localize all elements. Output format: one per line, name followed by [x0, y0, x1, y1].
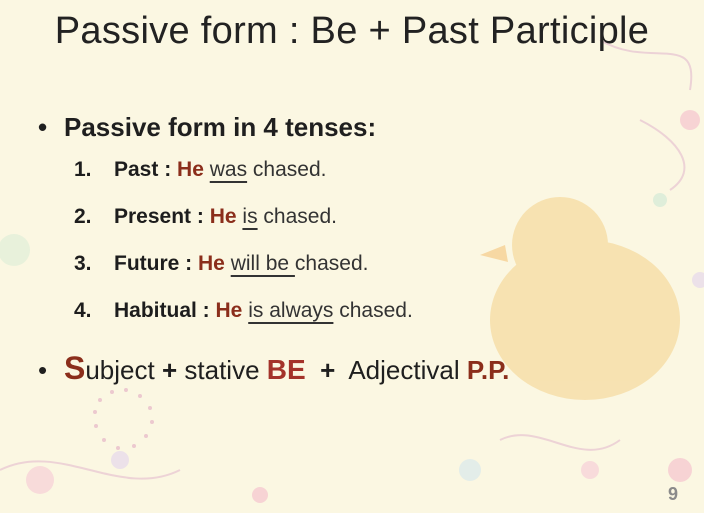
tenses-list: 1. Past : He was chased. 2. Present : He i…: [74, 154, 413, 342]
list-item: 3. Future : He will be chased.: [74, 248, 413, 295]
auxiliary-verb: is always: [248, 299, 334, 322]
participle: chased.: [294, 252, 369, 275]
subject-he: He: [198, 252, 225, 275]
slide-title: Passive form : Be + Past Participle: [54, 10, 650, 52]
participle: chased.: [247, 158, 327, 181]
auxiliary-verb: will be: [230, 252, 295, 275]
plus-sign: +: [320, 355, 336, 385]
pp-abbreviation: P.P.: [466, 355, 510, 385]
auxiliary-verb: was: [209, 158, 248, 181]
bullet-passive-form: • Passive form in 4 tenses:: [38, 112, 376, 143]
page-number: 9: [667, 484, 678, 504]
auxiliary-verb: is: [242, 205, 258, 228]
participle: chased.: [257, 205, 337, 228]
tense-label: Habitual :: [114, 299, 210, 322]
adjectival-word: Adjectival: [348, 355, 460, 385]
list-item: 2. Present : He is chased.: [74, 201, 413, 248]
plus-sign: +: [161, 355, 178, 385]
item-number: 4.: [74, 299, 92, 322]
item-number: 1.: [74, 158, 92, 181]
subject-he: He: [177, 158, 204, 181]
tense-label: Future :: [114, 252, 193, 275]
item-number: 3.: [74, 252, 92, 275]
bullet-icon: •: [38, 355, 48, 385]
participle: chased.: [333, 299, 413, 322]
tense-label: Past :: [114, 158, 172, 181]
list-item: 4. Habitual : He is always chased.: [74, 295, 413, 342]
item-number: 2.: [74, 205, 92, 228]
subject-he: He: [215, 299, 243, 322]
bullet-stative-formula: • Subject + stative BE + Adjectival P.P.: [38, 350, 509, 387]
tense-label: Present :: [114, 205, 204, 228]
list-item: 1. Past : He was chased.: [74, 154, 413, 201]
subject-he: He: [209, 205, 237, 228]
subject-word: ubject: [85, 355, 155, 385]
stative-word: stative: [184, 355, 260, 385]
subject-initial: S: [64, 350, 86, 386]
slide: Passive form : Be + Past Participle • Pas…: [0, 0, 704, 513]
be-word: BE: [266, 354, 306, 385]
bullet-icon: •: [38, 112, 48, 142]
bullet-text: Passive form in 4 tenses:: [64, 112, 377, 142]
